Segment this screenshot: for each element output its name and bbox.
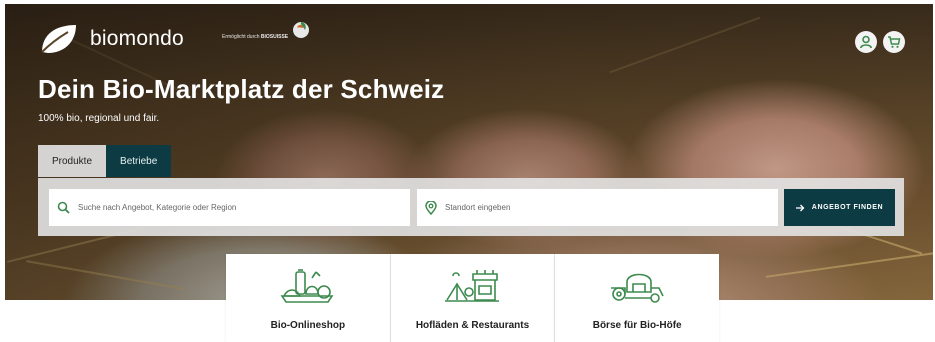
search-tabs: Produkte Betriebe — [38, 145, 172, 177]
location-input[interactable]: Standort eingeben — [417, 189, 778, 226]
location-pin-icon — [425, 200, 437, 215]
category-label: Hofläden & Restaurants — [415, 320, 530, 331]
cart-button[interactable] — [883, 31, 905, 53]
bio-bud-icon — [293, 22, 310, 38]
leaf-logo-icon — [41, 25, 76, 53]
category-label: Börse für Bio-Höfe — [592, 320, 682, 331]
tab-betriebe[interactable]: Betriebe — [106, 145, 172, 177]
user-icon — [860, 35, 872, 49]
location-placeholder: Standort eingeben — [445, 203, 511, 212]
search-panel: Suche nach Angebot, Kategorie oder Regio… — [38, 178, 904, 236]
page-subtitle: 100% bio, regional und fair. — [38, 113, 160, 124]
find-offer-label: ANGEBOT FINDEN — [811, 204, 884, 211]
tractor-icon — [611, 273, 664, 303]
search-icon — [57, 201, 70, 214]
category-label: Bio-Onlineshop — [270, 320, 346, 331]
grocery-icon — [280, 269, 334, 303]
category-card-onlineshop[interactable]: Bio-Onlineshop — [226, 254, 391, 342]
partner-text: Ermöglicht durch — [222, 34, 260, 40]
cart-icon — [888, 36, 901, 48]
farm-shop-icon — [444, 270, 499, 302]
user-button[interactable] — [855, 31, 877, 53]
find-offer-button[interactable]: ANGEBOT FINDEN — [784, 189, 895, 226]
category-card-boerse[interactable]: Börse für Bio-Höfe — [555, 254, 720, 342]
arrow-right-icon — [795, 204, 805, 211]
page-title: Dein Bio-Marktplatz der Schweiz — [38, 74, 445, 104]
brand-name: biomondo — [90, 27, 184, 50]
header-actions — [855, 31, 905, 53]
partner-badge: Ermöglicht durch BIOSUISSE — [222, 18, 311, 40]
search-input[interactable]: Suche nach Angebot, Kategorie oder Regio… — [49, 189, 410, 226]
tab-produkte[interactable]: Produkte — [38, 145, 107, 177]
brand-logo[interactable]: biomondo — [38, 22, 184, 56]
category-card-hoflaeden[interactable]: Hofläden & Restaurants — [390, 254, 556, 342]
search-placeholder: Suche nach Angebot, Kategorie oder Regio… — [78, 203, 237, 212]
category-cards: Bio-Onlineshop Hofläden & Restaurants Bö… — [226, 254, 720, 342]
partner-brand: BIOSUISSE — [260, 34, 289, 40]
